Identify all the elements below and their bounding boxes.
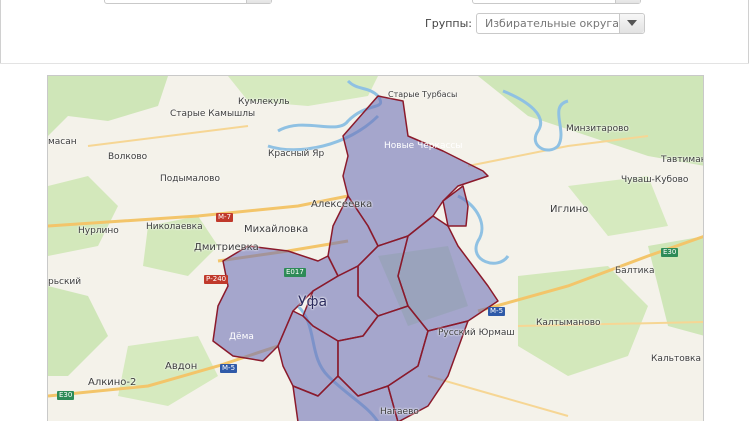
road-badge-m5-east: М-5 (488, 307, 506, 316)
map-label-avdon: Авдон (165, 361, 198, 372)
map-label-baltika: Балтика (615, 266, 655, 276)
map-label-minzitarovo: Минзитарово (566, 124, 629, 134)
map-label-rsky: рьский (48, 277, 82, 287)
road-badge-m7: М-7 (216, 213, 234, 222)
map-label-amasan: масан (48, 137, 77, 147)
groups-select[interactable]: Избирательные округа (475, 12, 645, 34)
filter-select-left[interactable] (104, 0, 272, 4)
groups-label: Группы: (425, 16, 472, 30)
road-badge-m5-west: М-5 (220, 364, 238, 373)
map-label-kaltovka: Кальтовка (651, 354, 701, 364)
map-label-iglino: Иглино (550, 204, 589, 215)
filter-panel: Группы: Избирательные округа (0, 0, 749, 63)
road-badge-e30-west: E30 (57, 391, 75, 400)
filter-select-right[interactable] (472, 0, 641, 4)
map-label-russky-yurmash: Русский Юрмаш (438, 328, 515, 338)
map-label-podymalovo: Подымалово (160, 174, 220, 184)
road-badge-e017: E017 (284, 268, 306, 277)
road-badge-e30-east: E30 (661, 248, 679, 257)
groups-filter: Группы: Избирательные округа (425, 12, 645, 34)
map[interactable]: Старые Турбасы Кумлекуль Старые Камышлы … (47, 75, 704, 421)
divider (0, 63, 749, 64)
map-label-dema: Дёма (229, 332, 254, 342)
map-label-starye-turbasly: Старые Турбасы (388, 90, 458, 99)
map-label-krasny-yar: Красный Яр (268, 149, 325, 159)
map-label-nurlino: Нурлино (78, 226, 119, 236)
road-badge-r240: Р-240 (204, 275, 229, 284)
map-label-alekseevka: Алексеевка (311, 199, 373, 210)
map-label-kumlekul: Кумлекуль (238, 97, 290, 107)
map-label-chuvash-kubovo: Чуваш-Кубово (621, 175, 689, 185)
map-label-starye-kamyshly: Старые Камышлы (170, 109, 256, 119)
map-label-novye-cherkassy: Новые Черкассы (384, 141, 463, 151)
chevron-down-icon (626, 20, 637, 26)
dropdown-button[interactable] (615, 0, 640, 3)
map-label-mikhailovka: Михайловка (244, 224, 309, 235)
map-label-alkino: Алкино-2 (88, 377, 137, 388)
map-label-ufa: Уфа (298, 294, 328, 310)
map-label-volkovo: Волково (108, 152, 148, 162)
dropdown-button[interactable] (246, 0, 271, 3)
groups-dropdown-button[interactable] (618, 13, 644, 33)
map-label-nagaevo: Нагаево (380, 407, 419, 417)
map-label-kaltymanovo: Калтыманово (536, 318, 601, 328)
map-label-nikolaevka: Николаевка (146, 222, 203, 232)
map-label-tavtiman: Тавтиман (661, 155, 704, 165)
groups-select-value: Избирательные округа (484, 16, 619, 30)
map-label-dmitrievka: Дмитриевка (194, 242, 259, 253)
